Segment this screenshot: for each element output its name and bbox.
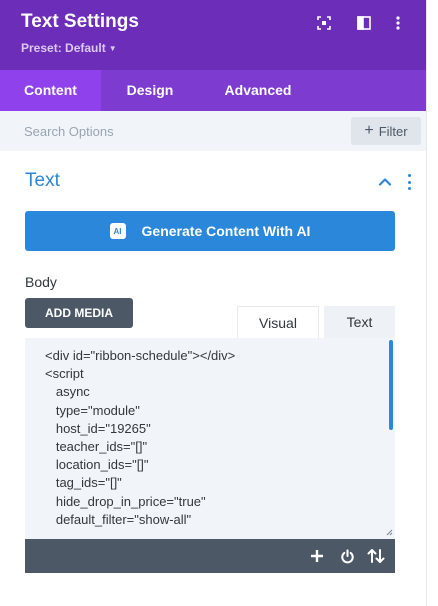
code-content: <div id="ribbon-schedule"></div> <script … (45, 347, 235, 529)
code-line: <div id="ribbon-schedule"></div> (45, 348, 236, 363)
search-input[interactable] (24, 121, 274, 141)
code-line: <script (45, 366, 84, 382)
filter-button[interactable]: + Filter (351, 117, 421, 145)
add-media-button[interactable]: ADD MEDIA (25, 298, 133, 328)
ai-icon: AI (109, 223, 126, 239)
code-line: async (45, 384, 90, 400)
editor-tab-visual[interactable]: Visual (237, 306, 319, 338)
caret-down-icon: ▼ (108, 44, 117, 53)
code-line: host_id="19265" (45, 420, 151, 436)
code-line: teacher_ids="[]" (45, 439, 148, 455)
section-title[interactable]: Text (25, 170, 60, 192)
tab-advanced[interactable]: Advanced (199, 70, 317, 111)
tab-content[interactable]: Content (0, 70, 101, 111)
resize-grip-icon[interactable] (386, 529, 393, 536)
tab-design[interactable]: Design (101, 70, 199, 111)
editor-scrollbar[interactable] (389, 340, 393, 430)
settings-modal: Text Settings Preset: Default ▼ Content D… (0, 0, 426, 606)
preset-dropdown[interactable]: Preset: Default ▼ (21, 41, 117, 55)
plus-icon[interactable] (308, 547, 326, 565)
generate-ai-button[interactable]: AI Generate Content With AI (25, 211, 395, 251)
settings-tabs: Content Design Advanced (0, 70, 426, 111)
code-line: location_ids="[]" (45, 457, 149, 473)
panel-scroll-edge (426, 0, 438, 606)
code-line: tag_ids="[]" (45, 475, 122, 491)
editor-footer (25, 539, 395, 573)
preset-label: Preset: Default (21, 41, 106, 55)
editor-tab-text[interactable]: Text (324, 306, 395, 338)
modal-header: Text Settings Preset: Default ▼ (0, 0, 426, 70)
plus-icon: + (364, 122, 374, 139)
sidebar-layout-icon[interactable] (354, 13, 374, 33)
body-code-editor[interactable]: <div id="ribbon-schedule"></div> <script … (25, 338, 395, 539)
text-section: Text AI Generate Content With AI Body AD… (0, 151, 426, 606)
expand-icon[interactable] (314, 13, 334, 33)
code-line: hide_drop_in_price="true" (45, 493, 206, 509)
more-vertical-icon[interactable] (388, 13, 408, 33)
body-label: Body (25, 274, 57, 290)
section-more-icon[interactable] (403, 174, 415, 190)
ai-button-label: Generate Content With AI (141, 223, 311, 239)
chevron-up-icon[interactable] (378, 175, 392, 189)
modal-title: Text Settings (21, 11, 139, 32)
sort-arrows-icon[interactable] (367, 547, 385, 565)
code-line: default_filter="show-all" (45, 511, 192, 527)
power-icon[interactable] (338, 547, 356, 565)
code-line: type="module" (45, 402, 140, 418)
filter-label: Filter (378, 123, 408, 139)
